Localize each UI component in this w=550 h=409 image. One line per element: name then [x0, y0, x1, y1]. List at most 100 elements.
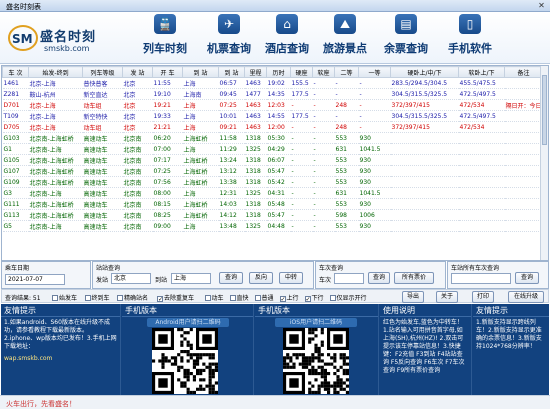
- checkbox-box[interactable]: [329, 295, 336, 301]
- table-cell: 上海虹桥: [182, 176, 219, 188]
- column-header[interactable]: 硬座: [290, 66, 313, 78]
- table-cell: 13:12: [218, 165, 245, 177]
- column-header[interactable]: 历时: [266, 66, 291, 78]
- train-number-input[interactable]: [334, 273, 364, 284]
- column-header[interactable]: 列车等级: [82, 66, 123, 78]
- table-row[interactable]: G113 北京南-上海虹桥 高速动车 北京南 08:25 上海虹桥 14:12 1318 05:…: [2, 209, 543, 221]
- table-cell: 472/534: [458, 99, 505, 111]
- export-button[interactable]: 导出: [402, 291, 424, 303]
- scrollbar-thumb[interactable]: [542, 75, 547, 145]
- nav-mobile-app[interactable]: ▯ 手机软件: [437, 14, 503, 62]
- table-row[interactable]: D701 北京-上海 动车组 北京 19:21 上海 07:25 1463 12:03- -248…: [2, 99, 543, 111]
- checkbox-label: 普通: [261, 295, 274, 302]
- column-header[interactable]: 备注: [504, 66, 543, 78]
- option-checkbox[interactable]: 普通: [254, 293, 274, 302]
- info-panel: 友情提示 1.如果android、S60版本在线升级不成功，请参看教程下载最新版…: [1, 304, 549, 395]
- usage-column: 使用说明 红色为始发车,蓝色为中转车！1.站名输入可用拼音首字母,如上海(SH)…: [380, 304, 472, 395]
- table-cell: 07:00: [152, 143, 183, 155]
- option-checkbox[interactable]: 精确站名: [117, 293, 148, 302]
- option-checkbox[interactable]: 终到车: [84, 293, 110, 302]
- tip-url[interactable]: wap.smskb.com: [1, 353, 120, 365]
- all-fares-button[interactable]: 所有票价: [394, 272, 434, 284]
- android-column: 手机版本 Android用户请扫二维码: [122, 304, 254, 395]
- train-table[interactable]: 车 次始发-终到 列车等级发 站开 车到 站到 站里程 历时 硬座 软座 二等 一等 硬卧上/…: [1, 65, 549, 261]
- table-cell: 上海: [182, 77, 219, 89]
- table-cell: 1463: [244, 99, 267, 111]
- table-cell: 上海: [182, 110, 219, 122]
- online-update-button[interactable]: 在线升级: [508, 291, 544, 303]
- checkbox-box[interactable]: ✓: [279, 296, 286, 303]
- nav-train-schedule[interactable]: 🚆 列车时刻: [132, 14, 198, 62]
- column-header[interactable]: 始发-终到: [28, 66, 83, 78]
- table-row[interactable]: 1461 北京-上海 普快普客 北京 11:55 上海 06:57 1463 19:02 155.…: [2, 77, 543, 89]
- logo-name: 盛名时刻: [40, 30, 97, 45]
- table-row[interactable]: G107 北京南-上海虹桥 高速动车 北京南 07:25 上海虹桥 13:12 1318 05:…: [2, 165, 543, 177]
- nav-remaining-tickets[interactable]: ▤ 余票查询: [373, 14, 439, 62]
- table-row[interactable]: G3 北京南-上海 高速动车 北京南 08:00 上海 12:31 1325 04:31- -63…: [2, 187, 543, 199]
- table-row[interactable]: G105 北京南-上海虹桥 高速动车 北京南 07:17 上海虹桥 13:24 1318 06:…: [2, 154, 543, 166]
- reverse-button[interactable]: 反向: [249, 272, 273, 284]
- column-header[interactable]: 一等: [358, 66, 391, 78]
- train-query-panel: 车次查询 车次 查询 所有票价: [315, 261, 446, 289]
- table-cell: 11:29: [218, 143, 245, 155]
- column-header[interactable]: 软座: [312, 66, 335, 78]
- column-header[interactable]: 到 站: [182, 66, 219, 78]
- table-row[interactable]: G109 北京南-上海虹桥 高速动车 北京南 07:56 上海虹桥 13:38 1318 05:…: [2, 176, 543, 188]
- nav-scenic-spots[interactable]: ⛰ 旅游景点: [312, 14, 378, 62]
- table-cell: 上海: [182, 121, 219, 133]
- checkbox-box[interactable]: [229, 295, 236, 301]
- date-field[interactable]: 2021-07-07: [5, 274, 65, 285]
- station-all-input[interactable]: [451, 273, 511, 284]
- column-header[interactable]: 开 车: [152, 66, 183, 78]
- table-cell: Z281: [2, 88, 29, 100]
- close-icon[interactable]: ✕: [537, 1, 546, 10]
- checkbox-box[interactable]: ✓: [157, 296, 163, 303]
- table-scrollbar[interactable]: [540, 66, 548, 260]
- table-cell: [504, 198, 543, 210]
- nav-flight-query[interactable]: ✈ 机票查询: [196, 14, 262, 62]
- table-row[interactable]: G103 北京南-上海虹桥 高速动车 北京南 06:20 上海虹桥 11:58 1318 05:…: [2, 132, 543, 144]
- print-button[interactable]: 打印: [472, 291, 494, 303]
- checkbox-label: 仅显示开行: [336, 295, 367, 302]
- table-cell: -: [290, 187, 313, 199]
- checkbox-box[interactable]: [52, 295, 58, 301]
- nav-hotel-query[interactable]: ⌂ 酒店查询: [254, 14, 320, 62]
- table-row[interactable]: G1 北京南-上海 高速动车 北京南 07:00 上海 11:29 1325 04:29- -63…: [2, 143, 543, 155]
- option-checkbox[interactable]: 直快: [229, 293, 249, 302]
- table-cell: 930: [358, 154, 391, 166]
- station-query-button[interactable]: 查询: [219, 272, 243, 284]
- table-cell: 06:20: [152, 132, 183, 144]
- station-all-query-button[interactable]: 查询: [515, 272, 539, 284]
- table-row[interactable]: G111 北京南-上海虹桥 高速动车 北京南 08:15 上海虹桥 14:03 1318 05:…: [2, 198, 543, 210]
- option-checkbox[interactable]: 仅显示开行: [329, 293, 367, 302]
- option-checkbox[interactable]: 动车: [204, 293, 224, 302]
- table-row[interactable]: T109 北京-上海 新空特快 北京 19:33 上海 10:01 1463 14:55 177.…: [2, 110, 543, 122]
- checkbox-box[interactable]: [254, 295, 261, 301]
- table-row[interactable]: D705 北京-上海 动车组 北京 21:21 上海 09:21 1463 12:00- -248…: [2, 121, 543, 133]
- table-cell: -: [358, 121, 391, 133]
- column-header[interactable]: 二等: [334, 66, 359, 78]
- column-header[interactable]: 发 站: [122, 66, 153, 78]
- option-checkbox[interactable]: ✓上行: [279, 293, 299, 303]
- train-query-button[interactable]: 查询: [368, 272, 390, 284]
- transfer-button[interactable]: 中转: [279, 272, 303, 284]
- column-header[interactable]: 硬卧上/中/下: [390, 66, 459, 78]
- checkbox-box[interactable]: [84, 295, 91, 301]
- from-station-input[interactable]: 北京: [111, 273, 151, 284]
- option-checkbox[interactable]: ✓去除重复车: [157, 293, 195, 303]
- table-row[interactable]: Z281 鞍山-杭州 新空直达 北京 19:10 上海南 09:45 1477 14:35 177…: [2, 88, 543, 100]
- option-checkbox[interactable]: 始发车: [52, 293, 77, 302]
- column-header[interactable]: 软卧上/下: [458, 66, 505, 78]
- checkbox-box[interactable]: [117, 295, 123, 301]
- checkbox-box[interactable]: [204, 295, 211, 301]
- checkbox-box[interactable]: ✓: [304, 296, 311, 303]
- to-station-input[interactable]: 上海: [171, 273, 211, 284]
- table-cell: -: [312, 77, 335, 89]
- option-checkbox[interactable]: ✓下行: [304, 293, 324, 303]
- about-button[interactable]: 关于: [436, 291, 458, 303]
- column-header[interactable]: 里程: [244, 66, 267, 78]
- column-header[interactable]: 车 次: [2, 66, 29, 78]
- checkbox-label: 去除重复车: [164, 295, 195, 302]
- column-header[interactable]: 到 站: [218, 66, 245, 78]
- table-row[interactable]: G5 北京南-上海 高速动车 北京南 09:00 上海 13:48 1325 04:48- -55…: [2, 220, 543, 232]
